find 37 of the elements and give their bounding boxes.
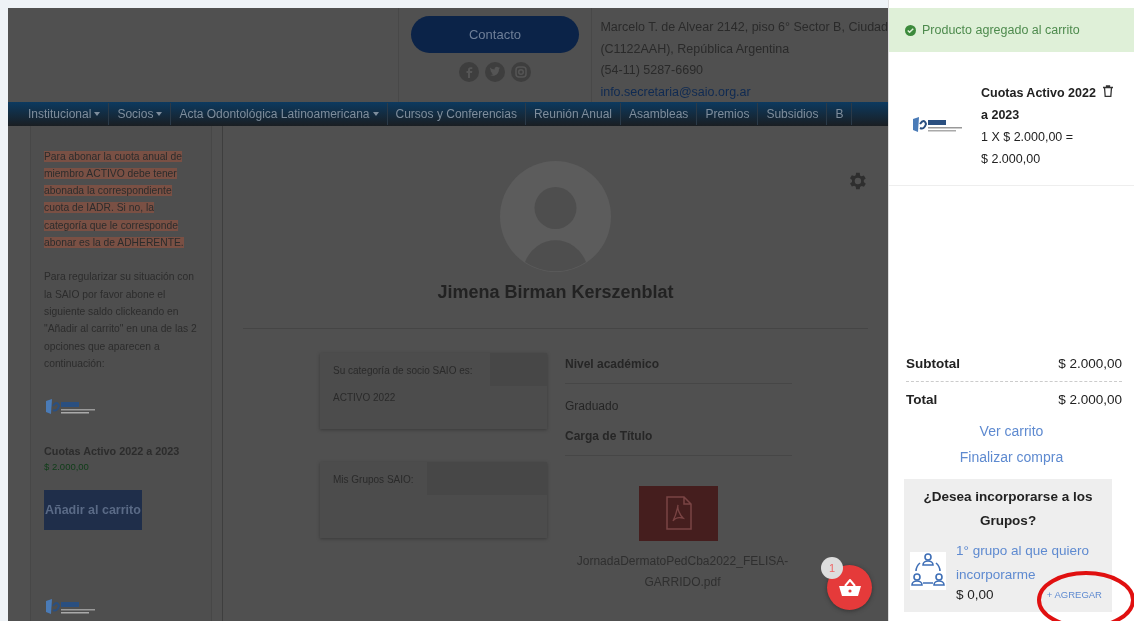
cart-link[interactable]: Ver carrito: [889, 423, 1134, 439]
trash-icon[interactable]: [1103, 85, 1113, 97]
cart-item-name[interactable]: Cuotas Activo 2022 a 2023: [981, 82, 1099, 126]
saio-logo-icon: [911, 116, 963, 134]
upsell-title: ¿Desea incorporarse a los Grupos?: [922, 488, 1094, 530]
contact-button[interactable]: Contacto: [411, 16, 579, 53]
cart-item-total: $ 2.000,00: [981, 151, 1042, 168]
nav-item[interactable]: Reunión Anual: [525, 102, 621, 125]
total-label: Total: [906, 392, 938, 407]
add-group-button[interactable]: + AGREGAR: [1042, 589, 1106, 600]
upsell-product-price: $ 0,00: [956, 587, 994, 602]
nav-item[interactable]: Premios: [697, 102, 759, 125]
total-value: $ 2.000,00: [1058, 392, 1122, 407]
saio-logo-icon: [44, 597, 96, 616]
cart-item-quantity: 1 X $ 2.000,00 =: [981, 129, 1075, 146]
check-circle-icon: [905, 24, 916, 36]
add-to-cart-button[interactable]: Añadir al carrito: [44, 489, 142, 530]
nav-item[interactable]: Socios: [109, 102, 172, 125]
upsell-product-name[interactable]: 1° grupo al que quiero incorporarme: [956, 539, 1106, 587]
group-icon: [910, 551, 946, 590]
instagram-icon[interactable]: [511, 62, 531, 82]
saio-logo-icon: [44, 398, 96, 417]
nav-item[interactable]: B: [827, 102, 853, 125]
cart-link[interactable]: Finalizar compra: [889, 449, 1134, 465]
nav-item[interactable]: Cursos y Conferencias: [387, 102, 526, 125]
cart-notice: Producto agregado al carrito: [922, 23, 1080, 37]
subtotal-value: $ 2.000,00: [1058, 356, 1122, 371]
nav-item[interactable]: Acta Odontológica Latinoamericana: [171, 102, 388, 125]
nav-item[interactable]: Subsidios: [758, 102, 828, 125]
twitter-icon[interactable]: [485, 62, 505, 82]
pdf-icon: [664, 496, 693, 531]
notice-text: Para abonar la cuota anual de miembro ACTIVO debe tener abonada la correspondiente cuota de IADR. Si no, la categoría que le corresponde abonar es la de ADHERENTE.: [44, 149, 185, 251]
basket-icon: [838, 578, 861, 597]
nav-item[interactable]: Asambleas: [621, 102, 698, 125]
pdf-file-button[interactable]: [639, 485, 718, 541]
subtotal-label: Subtotal: [906, 356, 960, 371]
nav-item[interactable]: Institucional: [20, 102, 110, 125]
